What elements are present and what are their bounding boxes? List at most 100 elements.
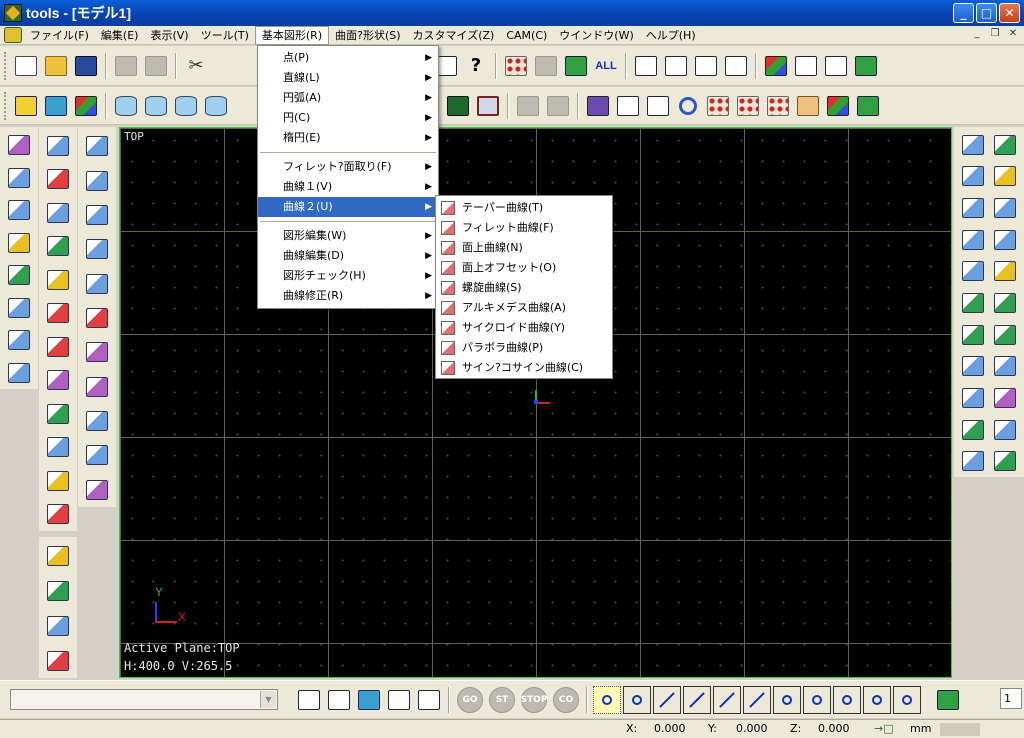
menu-edit[interactable]: 編集(E) xyxy=(95,26,145,45)
right-tool-9-button[interactable] xyxy=(959,384,987,412)
toolbar-grip[interactable] xyxy=(4,91,8,120)
select-points-button[interactable] xyxy=(502,52,530,80)
right-tool-21-button[interactable] xyxy=(991,416,1019,444)
menu-parabola-curve[interactable]: パラボラ曲線(P) xyxy=(436,338,612,358)
right-tool-7-button[interactable] xyxy=(959,321,987,349)
single-view-button[interactable] xyxy=(474,92,502,120)
nc-open-button[interactable] xyxy=(325,686,353,714)
layer-stack-button[interactable] xyxy=(44,165,72,195)
select-text-button[interactable] xyxy=(532,52,560,80)
key-button[interactable] xyxy=(355,686,383,714)
zoom-out-button[interactable] xyxy=(734,92,762,120)
new-file-button[interactable] xyxy=(12,52,40,80)
menu-surface-curve[interactable]: 面上曲線(N) xyxy=(436,238,612,258)
document-icon[interactable] xyxy=(4,27,22,43)
spline-button[interactable] xyxy=(83,337,111,367)
curve-tool-2-button[interactable] xyxy=(5,164,33,193)
perpendicular-snap-toggle[interactable] xyxy=(743,685,771,714)
undo-button[interactable] xyxy=(112,52,140,80)
menu-view[interactable]: 表示(V) xyxy=(144,26,194,45)
move-layer-button[interactable] xyxy=(822,52,850,80)
open-file-button[interactable] xyxy=(42,52,70,80)
solid-edit-button[interactable] xyxy=(44,611,72,642)
menu-point[interactable]: 点(P) ▶ xyxy=(258,48,438,68)
layer-button[interactable] xyxy=(792,52,820,80)
save-button[interactable] xyxy=(72,52,100,80)
menu-curve1[interactable]: 曲線１(V) ▶ xyxy=(258,177,438,197)
right-tool-15-button[interactable] xyxy=(991,226,1019,254)
select-surface-button[interactable] xyxy=(562,52,590,80)
menu-surface-offset[interactable]: 面上オフセット(O) xyxy=(436,258,612,278)
extrude-down-button[interactable] xyxy=(44,576,72,607)
right-tool-3-button[interactable] xyxy=(959,194,987,222)
info-sound-button[interactable] xyxy=(44,500,72,530)
select-arrow-2-button[interactable] xyxy=(44,366,72,396)
ellipse-button[interactable] xyxy=(83,268,111,298)
curve-tool-1-button[interactable] xyxy=(5,131,33,160)
curve-tool-3-button[interactable] xyxy=(5,196,33,225)
maximize-button[interactable]: □ xyxy=(976,3,997,23)
menu-file[interactable]: ファイル(F) xyxy=(24,26,95,45)
quadrant-snap-toggle[interactable] xyxy=(863,685,891,714)
check-button[interactable] xyxy=(44,645,72,676)
right-tool-20-button[interactable] xyxy=(991,384,1019,412)
right-tool-14-button[interactable] xyxy=(991,194,1019,222)
right-tool-8-button[interactable] xyxy=(959,352,987,380)
edit-curve-button[interactable] xyxy=(44,232,72,262)
extrude-up-button[interactable] xyxy=(44,541,72,572)
menu-customize[interactable]: カスタマイズ(Z) xyxy=(407,26,501,45)
endpoint-snap-toggle[interactable] xyxy=(653,685,681,714)
select-arrow-3-button[interactable] xyxy=(44,433,72,463)
solid-tool-button[interactable] xyxy=(5,359,33,388)
view-redo-button[interactable] xyxy=(544,92,572,120)
right-tool-2-button[interactable] xyxy=(959,163,987,191)
file-manager-button[interactable] xyxy=(295,686,323,714)
extend-button[interactable] xyxy=(83,440,111,470)
mdi-close-button[interactable]: ✕ xyxy=(1006,28,1020,41)
menu-sine-cosine-curve[interactable]: サイン?コサイン曲線(C) xyxy=(436,358,612,378)
view-undo-button[interactable] xyxy=(514,92,542,120)
trim-button[interactable] xyxy=(83,406,111,436)
menu-help[interactable]: ヘルプ(H) xyxy=(640,26,702,45)
menu-basic-shapes[interactable]: 基本図形(R) xyxy=(254,25,330,45)
right-tool-1-button[interactable] xyxy=(959,131,987,159)
zoom-window-button[interactable] xyxy=(644,92,672,120)
menu-curve-repair[interactable]: 曲線修正(R) ▶ xyxy=(258,286,438,306)
mdi-restore-button[interactable]: ❐ xyxy=(988,28,1002,41)
nearest-snap-toggle[interactable] xyxy=(803,685,831,714)
grid-snap-toggle[interactable] xyxy=(593,685,621,714)
minimize-button[interactable]: _ xyxy=(953,3,974,23)
zoom-in-button[interactable] xyxy=(704,92,732,120)
analyze-tool-button[interactable] xyxy=(5,326,33,355)
right-tool-19-button[interactable] xyxy=(991,352,1019,380)
select-text-arrow-button[interactable] xyxy=(44,332,72,362)
continue-button[interactable]: CO xyxy=(553,686,579,713)
layout-3-button[interactable] xyxy=(692,52,720,80)
export-button[interactable] xyxy=(852,52,880,80)
number-input[interactable]: 1 xyxy=(1000,688,1022,709)
line-button[interactable] xyxy=(83,165,111,195)
menu-curve-edit[interactable]: 曲線編集(D) ▶ xyxy=(258,246,438,266)
menu-cycloid-curve[interactable]: サイクロイド曲線(Y) xyxy=(436,318,612,338)
helix-button[interactable] xyxy=(83,475,111,505)
dropdown-arrow-icon[interactable]: ▼ xyxy=(260,691,276,708)
menu-taper-curve[interactable]: テーパー曲線(T) xyxy=(436,198,612,218)
cylinder-2-button[interactable] xyxy=(142,92,170,120)
arc-button[interactable] xyxy=(83,200,111,230)
quad-view-button[interactable] xyxy=(444,92,472,120)
command-combo[interactable]: ▼ xyxy=(10,689,278,710)
select-arrow-button[interactable] xyxy=(44,299,72,329)
manual-snap-toggle[interactable] xyxy=(893,685,921,714)
surface-tool-1-button[interactable] xyxy=(5,229,33,258)
menu-tools[interactable]: ツール(T) xyxy=(195,26,255,45)
tangent-snap-toggle[interactable] xyxy=(773,685,801,714)
cut-button[interactable]: ✂ xyxy=(182,52,210,80)
mdi-minimize-button[interactable]: _ xyxy=(970,28,984,41)
menu-spiral-curve[interactable]: 螺旋曲線(S) xyxy=(436,278,612,298)
circle-button[interactable] xyxy=(83,234,111,264)
menu-fillet-chamfer[interactable]: フィレット?面取り(F) ▶ xyxy=(258,157,438,177)
right-tool-4-button[interactable] xyxy=(959,226,987,254)
shaded-edges-button[interactable] xyxy=(42,92,70,120)
cylinder-1-button[interactable] xyxy=(112,92,140,120)
center-snap-toggle[interactable] xyxy=(833,685,861,714)
